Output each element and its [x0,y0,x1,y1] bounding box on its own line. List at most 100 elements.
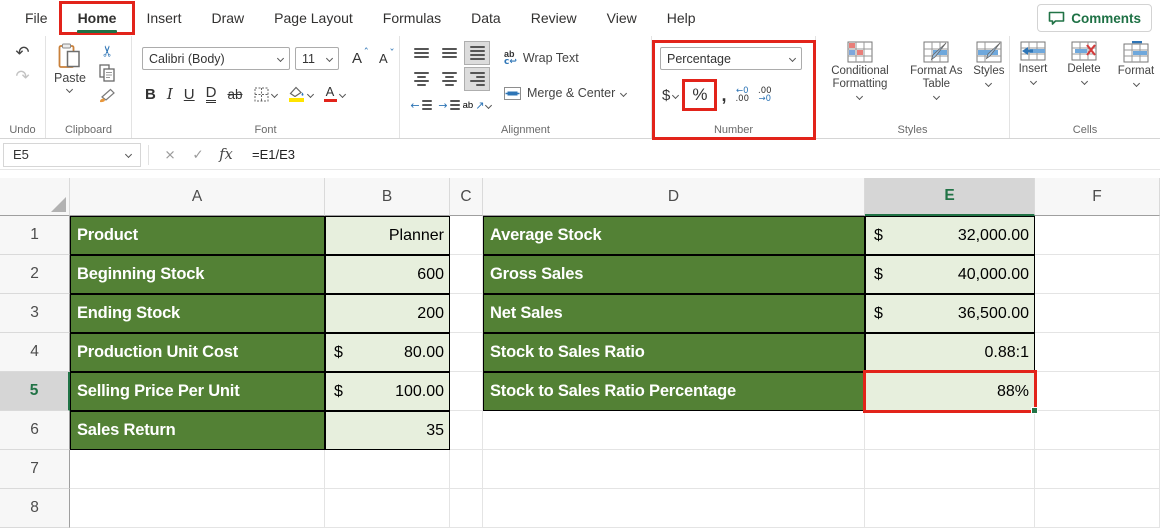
cell-D4[interactable]: Stock to Sales Ratio [483,333,865,372]
cell-B6[interactable]: 35 [325,411,450,450]
cell-C1[interactable] [450,216,483,255]
cell-C6[interactable] [450,411,483,450]
tab-insert[interactable]: Insert [131,0,196,36]
cell-F5[interactable] [1035,372,1160,411]
cell-E7[interactable] [865,450,1035,489]
cell-A8[interactable] [70,489,325,528]
insert-cells-button[interactable]: Insert [1010,41,1056,86]
cell-A7[interactable] [70,450,325,489]
delete-cells-button[interactable]: Delete [1060,41,1108,86]
cell-C5[interactable] [450,372,483,411]
cell-B4[interactable]: $80.00 [325,333,450,372]
cell-D8[interactable] [483,489,865,528]
cell-D3[interactable]: Net Sales [483,294,865,333]
tab-view[interactable]: View [592,0,652,36]
borders-button[interactable] [254,87,278,102]
grow-font-button[interactable]: Aˆ [352,46,369,67]
tab-formulas[interactable]: Formulas [368,0,456,36]
column-header-B[interactable]: B [325,178,450,216]
cell-B3[interactable]: 200 [325,294,450,333]
tab-page-layout[interactable]: Page Layout [259,0,368,36]
cell-F4[interactable] [1035,333,1160,372]
paste-button[interactable]: Paste [54,43,86,103]
cell-C3[interactable] [450,294,483,333]
orientation-button[interactable]: ab ↗ [463,93,493,117]
tab-data[interactable]: Data [456,0,516,36]
double-underline-button[interactable]: D [205,85,217,103]
cell-F3[interactable] [1035,294,1160,333]
accounting-format-button[interactable]: $ [662,87,680,104]
cell-D5[interactable]: Stock to Sales Ratio Percentage [483,372,865,411]
row-header-3[interactable]: 3 [0,294,70,333]
comments-button[interactable]: Comments [1037,4,1152,32]
align-right-button[interactable] [464,67,490,91]
cell-E3[interactable]: $36,500.00 [865,294,1035,333]
tab-help[interactable]: Help [652,0,711,36]
cell-A2[interactable]: Beginning Stock [70,255,325,294]
middle-align-button[interactable] [436,41,462,65]
cell-B1[interactable]: Planner [325,216,450,255]
cell-A1[interactable]: Product [70,216,325,255]
cell-C2[interactable] [450,255,483,294]
column-header-A[interactable]: A [70,178,325,216]
cell-E8[interactable] [865,489,1035,528]
cell-F2[interactable] [1035,255,1160,294]
cell-C8[interactable] [450,489,483,528]
cell-A5[interactable]: Selling Price Per Unit [70,372,325,411]
cell-F7[interactable] [1035,450,1160,489]
cell-A4[interactable]: Production Unit Cost [70,333,325,372]
cell-styles-button[interactable]: Styles [969,41,1009,99]
cell-D2[interactable]: Gross Sales [483,255,865,294]
cell-D7[interactable] [483,450,865,489]
cell-E2[interactable]: $40,000.00 [865,255,1035,294]
conditional-formatting-button[interactable]: Conditional Formatting [816,41,904,101]
font-size-combo[interactable]: 11 [295,47,339,70]
copy-icon[interactable] [99,64,115,82]
bottom-align-button[interactable] [464,41,490,65]
format-painter-icon[interactable] [98,88,116,103]
tab-home[interactable]: Home [58,0,136,36]
cell-B8[interactable] [325,489,450,528]
italic-button[interactable]: I [167,85,173,103]
cell-E4[interactable]: 0.88:1 [865,333,1035,372]
tab-draw[interactable]: Draw [196,0,259,36]
cell-A6[interactable]: Sales Return [70,411,325,450]
cell-D6[interactable] [483,411,865,450]
column-header-F[interactable]: F [1035,178,1160,216]
cell-F8[interactable] [1035,489,1160,528]
column-header-E[interactable]: E [865,178,1035,216]
cell-B7[interactable] [325,450,450,489]
fill-color-button[interactable] [288,86,314,102]
cancel-icon[interactable]: × [156,147,184,163]
strikethrough-button[interactable]: ab [227,87,242,102]
percent-style-button[interactable]: % [682,79,718,111]
cell-E5[interactable]: 88% [863,370,1038,414]
row-header-5[interactable]: 5 [0,372,70,411]
comma-style-button[interactable]: , [721,86,726,104]
cell-D1[interactable]: Average Stock [483,216,865,255]
column-header-C[interactable]: C [450,178,483,216]
font-name-combo[interactable]: Calibri (Body) [142,47,290,70]
redo-icon[interactable]: ↷ [15,69,29,86]
number-format-combo[interactable]: Percentage [660,47,802,70]
cell-A3[interactable]: Ending Stock [70,294,325,333]
cell-F1[interactable] [1035,216,1160,255]
underline-button[interactable]: U [184,86,195,103]
insert-function-icon[interactable]: fx [212,147,240,163]
cell-C4[interactable] [450,333,483,372]
cell-E6[interactable] [865,411,1035,450]
cell-F6[interactable] [1035,411,1160,450]
increase-indent-button[interactable]: → [436,93,462,117]
undo-icon[interactable]: ↶ [15,45,29,62]
align-center-button[interactable] [436,67,462,91]
shrink-font-button[interactable]: Aˇ [379,47,395,66]
row-header-8[interactable]: 8 [0,489,70,528]
cell-B2[interactable]: 600 [325,255,450,294]
decrease-decimal-button[interactable]: .00 →0 [758,86,772,104]
increase-decimal-button[interactable]: ←0.00 [735,86,749,104]
cell-B5[interactable]: $100.00 [325,372,450,411]
row-header-6[interactable]: 6 [0,411,70,450]
decrease-indent-button[interactable]: ← [408,93,434,117]
cut-icon[interactable]: ✂ [98,45,116,58]
row-header-4[interactable]: 4 [0,333,70,372]
